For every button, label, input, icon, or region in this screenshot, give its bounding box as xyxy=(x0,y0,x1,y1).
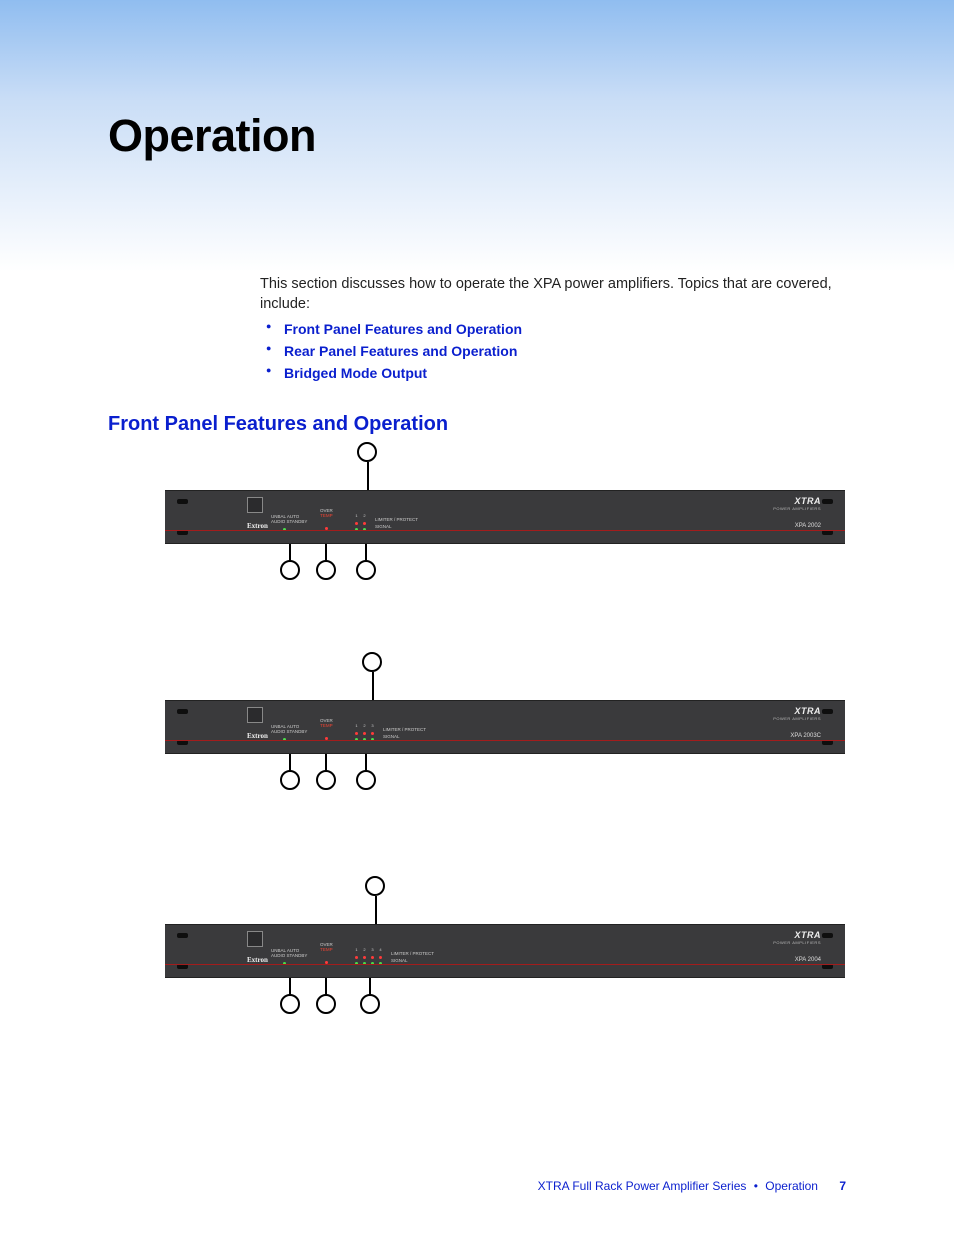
energy-badge-icon xyxy=(247,497,263,513)
brand-subtitle: POWER AMPLIFIERS xyxy=(773,940,821,945)
signal-led-icon xyxy=(355,962,358,965)
rack-ear-icon xyxy=(177,740,188,745)
signal-led-icon xyxy=(379,962,382,965)
signal-led-icon xyxy=(355,528,358,531)
extron-logo: Extron xyxy=(247,522,268,530)
auto-standby-label: UNBAL AUTO AUDIO STANDBY xyxy=(271,725,307,735)
limiter-led-icon xyxy=(355,522,358,525)
signal-led-icon xyxy=(371,962,374,965)
limiter-label: LIMITER / PROTECT xyxy=(383,727,426,732)
page-footer: XTRA Full Rack Power Amplifier Series • … xyxy=(538,1179,846,1193)
callout-bottom xyxy=(316,560,336,580)
callout-top xyxy=(357,442,377,462)
limiter-led-icon xyxy=(363,732,366,735)
limiter-label: LIMITER / PROTECT xyxy=(375,517,418,522)
energy-badge-icon xyxy=(247,707,263,723)
toc-link-front-panel[interactable]: Front Panel Features and Operation xyxy=(260,318,522,340)
callout-top xyxy=(362,652,382,672)
rack-ear-icon xyxy=(822,499,833,504)
rack-ear-icon xyxy=(822,933,833,938)
limiter-led-icon xyxy=(363,522,366,525)
callout-line xyxy=(372,672,374,700)
signal-label: SIGNAL xyxy=(383,734,400,739)
model-label: XPA 2003C xyxy=(790,733,821,739)
intro-paragraph: This section discusses how to operate th… xyxy=(260,275,860,314)
limiter-label: LIMITER / PROTECT xyxy=(391,951,434,956)
signal-label: SIGNAL xyxy=(391,958,408,963)
overtemp-led-icon xyxy=(325,527,328,530)
brand-subtitle: POWER AMPLIFIERS xyxy=(773,716,821,721)
toc-link-bridged-mode[interactable]: Bridged Mode Output xyxy=(260,362,522,384)
signal-led-icon xyxy=(355,738,358,741)
model-label: XPA 2002 xyxy=(795,523,821,529)
front-panel-diagram-xpa2004: UNBAL AUTO AUDIO STANDBY OVER TEMP 1 2 3… xyxy=(165,924,845,978)
toc-link-rear-panel[interactable]: Rear Panel Features and Operation xyxy=(260,340,522,362)
callout-line xyxy=(375,896,377,924)
callout-bottom xyxy=(356,770,376,790)
callout-line xyxy=(367,462,369,490)
auto-standby-label: UNBAL AUTO AUDIO STANDBY xyxy=(271,515,307,525)
extron-logo: Extron xyxy=(247,732,268,740)
channel-led-block: 1 2 xyxy=(355,513,366,531)
over-temp-label: OVER TEMP xyxy=(320,943,333,953)
auto-standby-label: UNBAL AUTO AUDIO STANDBY xyxy=(271,949,307,959)
limiter-led-icon xyxy=(355,956,358,959)
rack-ear-icon xyxy=(177,709,188,714)
power-led-icon xyxy=(283,738,286,741)
rack-ear-icon xyxy=(177,499,188,504)
rack-ear-icon xyxy=(177,933,188,938)
footer-section: Operation xyxy=(765,1179,818,1193)
device-panel: UNBAL AUTO AUDIO STANDBY OVER TEMP 1 2 3… xyxy=(165,700,845,754)
power-led-icon xyxy=(283,528,286,531)
callout-bottom xyxy=(280,560,300,580)
toc-list: Front Panel Features and Operation Rear … xyxy=(260,318,522,384)
power-led-icon xyxy=(283,962,286,965)
device-panel: UNBAL AUTO AUDIO STANDBY OVER TEMP 1 2 3… xyxy=(165,924,845,978)
signal-led-icon xyxy=(363,962,366,965)
callout-bottom xyxy=(316,770,336,790)
over-temp-label: OVER TEMP xyxy=(320,509,333,519)
overtemp-led-icon xyxy=(325,961,328,964)
brand-logo: XTRA xyxy=(795,930,822,940)
front-panel-diagram-xpa2002: UNBAL AUTO AUDIO STANDBY OVER TEMP 1 2 L… xyxy=(165,490,845,544)
signal-led-icon xyxy=(363,738,366,741)
front-panel-diagram-xpa2003c: UNBAL AUTO AUDIO STANDBY OVER TEMP 1 2 3… xyxy=(165,700,845,754)
extron-logo: Extron xyxy=(247,956,268,964)
energy-badge-icon xyxy=(247,931,263,947)
brand-logo: XTRA xyxy=(795,706,822,716)
model-label: XPA 2004 xyxy=(795,957,821,963)
channel-led-block: 1 2 3 4 xyxy=(355,947,382,965)
overtemp-led-icon xyxy=(325,737,328,740)
callout-bottom xyxy=(280,770,300,790)
page-number: 7 xyxy=(821,1179,846,1193)
rack-ear-icon xyxy=(177,964,188,969)
limiter-led-icon xyxy=(363,956,366,959)
signal-led-icon xyxy=(371,738,374,741)
rack-ear-icon xyxy=(822,964,833,969)
channel-led-block: 1 2 3 xyxy=(355,723,374,741)
over-temp-label: OVER TEMP xyxy=(320,719,333,729)
limiter-led-icon xyxy=(371,956,374,959)
signal-label: SIGNAL xyxy=(375,524,392,529)
rack-ear-icon xyxy=(822,740,833,745)
rack-ear-icon xyxy=(822,709,833,714)
signal-led-icon xyxy=(363,528,366,531)
limiter-led-icon xyxy=(379,956,382,959)
callout-bottom xyxy=(280,994,300,1014)
section-heading: Front Panel Features and Operation xyxy=(108,413,448,436)
rack-ear-icon xyxy=(822,530,833,535)
page-title: Operation xyxy=(108,110,316,162)
callout-bottom xyxy=(316,994,336,1014)
device-panel: UNBAL AUTO AUDIO STANDBY OVER TEMP 1 2 L… xyxy=(165,490,845,544)
footer-product: XTRA Full Rack Power Amplifier Series xyxy=(538,1179,747,1193)
callout-bottom xyxy=(360,994,380,1014)
callout-top xyxy=(365,876,385,896)
callout-bottom xyxy=(356,560,376,580)
limiter-led-icon xyxy=(355,732,358,735)
brand-subtitle: POWER AMPLIFIERS xyxy=(773,506,821,511)
limiter-led-icon xyxy=(371,732,374,735)
footer-separator-icon: • xyxy=(750,1179,762,1193)
rack-ear-icon xyxy=(177,530,188,535)
brand-logo: XTRA xyxy=(795,496,822,506)
